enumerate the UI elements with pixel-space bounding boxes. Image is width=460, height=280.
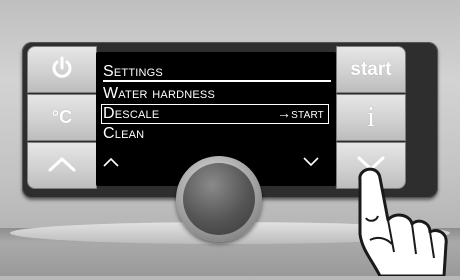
power-button[interactable] [27, 46, 97, 93]
scroll-down-indicator-icon [303, 157, 319, 167]
menu-item-action: →start [276, 105, 324, 121]
temperature-button[interactable]: °C [27, 94, 97, 141]
pointing-hand-icon [330, 160, 460, 280]
left-button-column: °C [27, 46, 97, 190]
scroll-up-indicator-icon [103, 157, 119, 167]
menu-item-label: Clean [103, 125, 145, 142]
menu-item-water-hardness[interactable]: Water hardness [103, 84, 331, 104]
info-label: i [367, 101, 375, 133]
rotary-knob[interactable] [183, 163, 255, 235]
info-button[interactable]: i [336, 94, 406, 141]
menu-item-clean[interactable]: Clean [103, 124, 331, 144]
menu-title: Settings [103, 62, 331, 82]
power-icon [51, 56, 73, 84]
menu-item-label: Descale [103, 105, 160, 122]
chevron-up-icon [47, 155, 77, 177]
temperature-label: °C [51, 107, 73, 127]
scroll-up-button[interactable] [27, 142, 97, 189]
start-label: start [350, 58, 392, 80]
menu-item-descale[interactable]: Descale →start [101, 104, 329, 124]
settings-menu: Settings Water hardness Descale →start C… [101, 62, 331, 144]
start-button[interactable]: start [336, 46, 406, 93]
menu-item-label: Water hardness [103, 85, 215, 102]
